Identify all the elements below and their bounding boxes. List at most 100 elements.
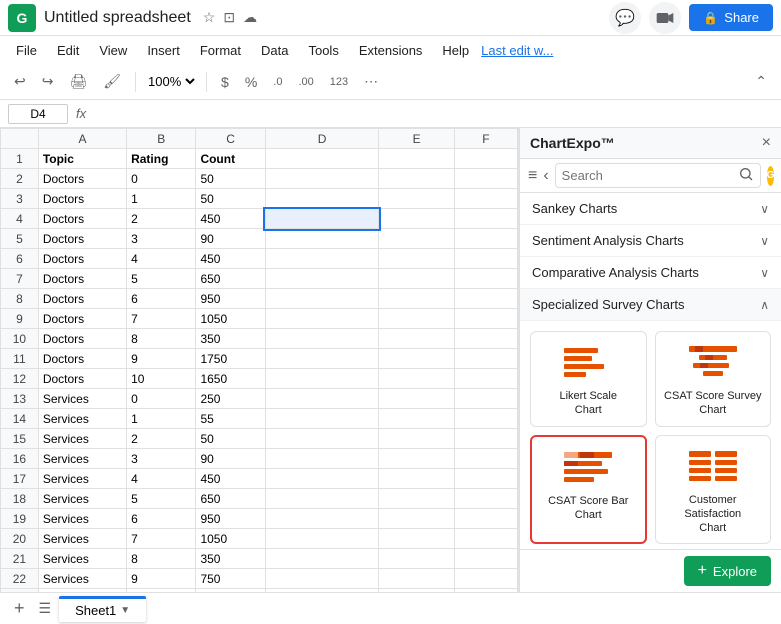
menu-format[interactable]: Format (192, 41, 249, 60)
print-button[interactable]: 🖨 (63, 69, 93, 94)
cell[interactable]: 90 (196, 449, 265, 469)
cell[interactable]: Doctors (38, 309, 126, 329)
cell[interactable]: Services (38, 429, 126, 449)
cell[interactable] (454, 329, 517, 349)
menu-view[interactable]: View (91, 41, 135, 60)
cell[interactable]: 6 (127, 289, 196, 309)
cell[interactable]: 1050 (196, 529, 265, 549)
cell[interactable] (454, 249, 517, 269)
cell[interactable] (454, 529, 517, 549)
cell[interactable]: 650 (196, 489, 265, 509)
cell[interactable] (454, 189, 517, 209)
cell[interactable] (379, 169, 455, 189)
table-row[interactable]: 15Services250 (1, 429, 518, 449)
col-header-f[interactable]: F (454, 129, 517, 149)
cell[interactable] (265, 429, 378, 449)
table-row[interactable]: 21Services8350 (1, 549, 518, 569)
cell[interactable]: Services (38, 509, 126, 529)
cell[interactable]: 1650 (196, 369, 265, 389)
cell[interactable] (265, 329, 378, 349)
share-button[interactable]: 🔒 Share (689, 4, 773, 31)
cell[interactable]: Services (38, 449, 126, 469)
cell[interactable]: 90 (196, 229, 265, 249)
cell[interactable] (454, 549, 517, 569)
cell[interactable]: Doctors (38, 249, 126, 269)
cell[interactable] (454, 309, 517, 329)
table-row[interactable]: 2Doctors050 (1, 169, 518, 189)
table-row[interactable]: 7Doctors5650 (1, 269, 518, 289)
cell[interactable] (379, 249, 455, 269)
cell[interactable]: 2 (127, 209, 196, 229)
cell[interactable] (265, 509, 378, 529)
cell[interactable]: 650 (196, 269, 265, 289)
star-icon[interactable]: ☆ (203, 9, 216, 26)
cell[interactable] (454, 489, 517, 509)
cell[interactable]: 0 (127, 389, 196, 409)
col-header-d[interactable]: D (265, 129, 378, 149)
category-sentiment[interactable]: Sentiment Analysis Charts ∨ (520, 225, 781, 257)
cell[interactable] (265, 529, 378, 549)
cell[interactable]: Doctors (38, 189, 126, 209)
cell[interactable]: 4 (127, 469, 196, 489)
decimal00-button[interactable]: .00 (292, 72, 319, 92)
cell[interactable] (379, 469, 455, 489)
cell[interactable]: 3 (127, 449, 196, 469)
cell[interactable]: Doctors (38, 369, 126, 389)
cell[interactable] (265, 469, 378, 489)
cell[interactable] (454, 409, 517, 429)
cell[interactable]: Topic (38, 149, 126, 169)
cell[interactable] (379, 489, 455, 509)
cell[interactable] (265, 169, 378, 189)
cell[interactable] (265, 389, 378, 409)
table-row[interactable]: 17Services4450 (1, 469, 518, 489)
cell[interactable]: 1 (127, 189, 196, 209)
cell[interactable]: 950 (196, 509, 265, 529)
chart-card-likert[interactable]: Likert ScaleChart (530, 331, 647, 427)
zoom-select[interactable]: 100% 75% 50% (144, 73, 198, 90)
cell[interactable]: Doctors (38, 329, 126, 349)
cell[interactable] (379, 529, 455, 549)
cell[interactable] (454, 569, 517, 589)
cell[interactable] (265, 409, 378, 429)
cell-reference[interactable] (8, 104, 68, 124)
category-survey[interactable]: Specialized Survey Charts ∧ (520, 289, 781, 321)
cell[interactable] (379, 149, 455, 169)
table-row[interactable]: 19Services6950 (1, 509, 518, 529)
table-row[interactable]: 23Services10550 (1, 589, 518, 593)
cell[interactable] (379, 209, 455, 229)
cell[interactable] (265, 449, 378, 469)
cell[interactable]: Services (38, 469, 126, 489)
cell[interactable] (265, 289, 378, 309)
cell[interactable]: Rating (127, 149, 196, 169)
cell[interactable]: 5 (127, 489, 196, 509)
cell[interactable]: 1050 (196, 309, 265, 329)
col-header-e[interactable]: E (379, 129, 455, 149)
table-row[interactable]: 10Doctors8350 (1, 329, 518, 349)
collapse-button[interactable]: ⌃ (749, 69, 773, 94)
cell[interactable] (265, 209, 378, 229)
table-row[interactable]: 14Services155 (1, 409, 518, 429)
cell[interactable] (454, 369, 517, 389)
cell[interactable]: 450 (196, 249, 265, 269)
percent-button[interactable]: % (239, 70, 263, 94)
table-row[interactable]: 22Services9750 (1, 569, 518, 589)
table-row[interactable]: 9Doctors71050 (1, 309, 518, 329)
cell[interactable] (454, 269, 517, 289)
cell[interactable]: 550 (196, 589, 265, 593)
cell[interactable] (454, 429, 517, 449)
cell[interactable] (454, 149, 517, 169)
cell[interactable]: Services (38, 529, 126, 549)
cell[interactable] (379, 509, 455, 529)
comment-icon[interactable]: 💬 (609, 2, 641, 34)
cell[interactable]: Doctors (38, 209, 126, 229)
cell[interactable]: 50 (196, 169, 265, 189)
panel-menu-icon[interactable]: ≡ (528, 167, 537, 185)
table-row[interactable]: 16Services390 (1, 449, 518, 469)
cell[interactable]: 250 (196, 389, 265, 409)
cell[interactable] (379, 269, 455, 289)
cell[interactable]: 450 (196, 469, 265, 489)
move-icon[interactable]: ⊡ (223, 9, 235, 26)
cell[interactable] (454, 469, 517, 489)
cell[interactable]: Services (38, 569, 126, 589)
col-header-b[interactable]: B (127, 129, 196, 149)
